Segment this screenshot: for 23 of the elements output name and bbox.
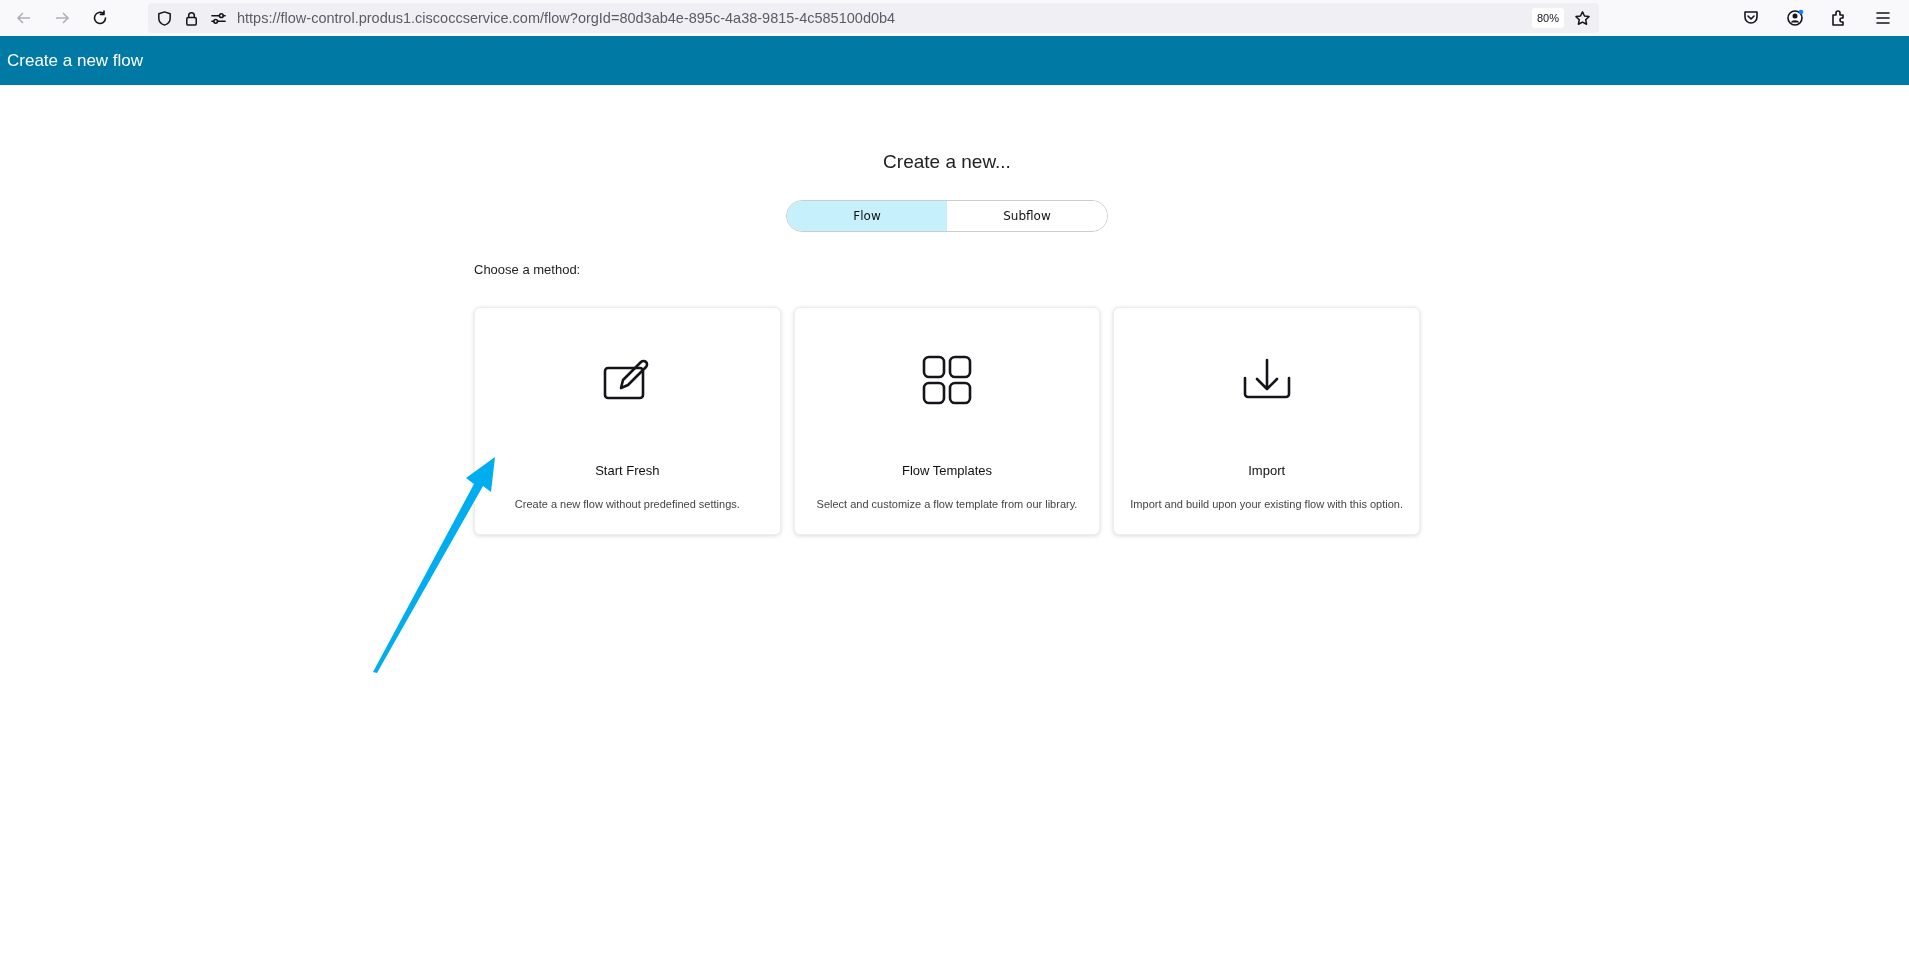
method-label: Choose a method:	[474, 262, 582, 277]
card-title: Flow Templates	[901, 463, 993, 478]
section-heading: Create a new...	[882, 151, 1012, 173]
method-card[interactable]: Import Import and build upon your existing flow with this option.	[1113, 307, 1420, 535]
star-icon[interactable]	[1574, 9, 1591, 27]
card-description: Select and customize a flow template from our library.	[816, 498, 1078, 510]
page-title: Create a new flow	[7, 50, 144, 71]
tab[interactable]: Flow	[787, 201, 947, 231]
lock-icon[interactable]	[183, 9, 200, 27]
card-description: Create a new flow without predefined settings.	[514, 498, 740, 510]
account-icon[interactable]	[1786, 9, 1804, 27]
pocket-icon[interactable]	[1742, 9, 1760, 27]
menu-icon[interactable]	[1874, 9, 1892, 27]
reload-icon[interactable]	[91, 9, 109, 27]
method-card[interactable]: Flow Templates Select and customize a flow template from our library.	[793, 307, 1101, 535]
url-text: https://flow-control.produs1.ciscoccservice.com/flow?orgId=80d3ab4e-895c-4a38-9815-4c585100d0b4	[237, 10, 897, 26]
method-card[interactable]: Start Fresh Create a new flow without predefined settings.	[474, 307, 781, 535]
card-title: Start Fresh	[595, 463, 660, 478]
card-title: Import	[1248, 463, 1286, 478]
zoom-level[interactable]: 80%	[1531, 8, 1564, 28]
card-description: Import and build upon your existing flow with this option.	[1130, 498, 1404, 510]
address-bar[interactable]: https://flow-control.produs1.ciscoccservice.com/flow?orgId=80d3ab4e-895c-4a38-9815-4c585100d0b4 80%	[148, 3, 1599, 33]
shield-icon[interactable]	[156, 9, 173, 27]
